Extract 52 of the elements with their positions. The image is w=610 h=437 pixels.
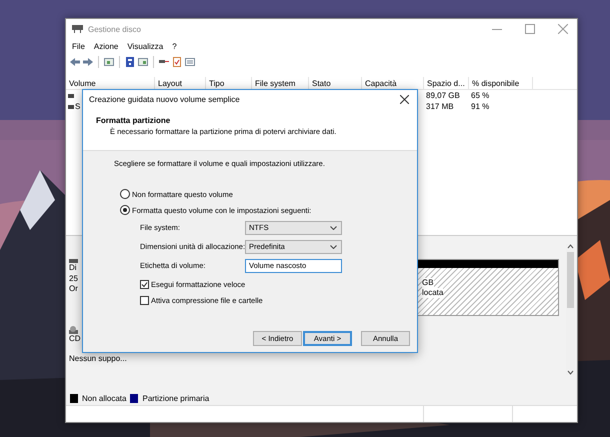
forward-arrow-icon[interactable] — [83, 57, 93, 67]
maximize-icon[interactable] — [525, 24, 535, 34]
checklist-icon[interactable] — [172, 57, 182, 67]
legend-label: Non allocata — [82, 394, 126, 402]
column-header[interactable]: Layout — [158, 78, 182, 88]
menu-item[interactable]: Azione — [94, 42, 118, 50]
partition-label: locata — [422, 288, 444, 298]
cd-drive-icon — [69, 326, 78, 334]
menu-item[interactable]: Visualizza — [127, 42, 164, 50]
column-header[interactable]: Stato — [312, 78, 331, 88]
disk-drive-icon — [72, 24, 83, 34]
scroll-up-icon[interactable] — [567, 244, 574, 249]
table-cell: S — [75, 102, 80, 111]
radio-button[interactable] — [120, 205, 130, 215]
back-arrow-icon[interactable] — [70, 57, 80, 67]
legend-label: Partizione primaria — [142, 394, 210, 402]
column-header[interactable]: Spazio d... — [427, 78, 465, 88]
radio-button[interactable] — [120, 189, 130, 199]
panel-icon[interactable] — [138, 57, 148, 67]
help-icon[interactable] — [125, 57, 135, 67]
dialog-heading: Formatta partizione — [96, 116, 172, 125]
menu-item[interactable]: File — [72, 42, 85, 50]
table-cell: 317 MB — [426, 102, 454, 111]
column-header[interactable]: % disponibile — [472, 78, 520, 88]
minimize-icon[interactable] — [492, 28, 502, 30]
column-header[interactable]: Volume — [69, 78, 96, 88]
checkbox[interactable] — [140, 296, 149, 304]
window-title: Gestione disco — [88, 24, 142, 34]
close-icon[interactable] — [400, 95, 409, 104]
column-header[interactable]: Tipo — [209, 78, 224, 88]
disk-label: Nessun suppo... — [69, 354, 128, 364]
dialog-title: Creazione guidata nuovo volume semplice — [89, 95, 240, 104]
menu-item[interactable]: ? — [172, 42, 177, 50]
list-icon[interactable] — [185, 57, 195, 67]
drive-icon — [68, 104, 74, 108]
disk-label: Di — [69, 263, 78, 274]
scroll-down-icon[interactable] — [567, 370, 574, 375]
partition-label: GB — [422, 278, 434, 288]
column-header[interactable]: Capacità — [365, 78, 397, 88]
chevron-down-icon — [330, 244, 337, 248]
disk-label: Or — [69, 284, 79, 294]
scrollbar[interactable] — [566, 244, 575, 375]
chevron-down-icon — [330, 226, 337, 230]
disk-label: CD — [69, 334, 82, 344]
column-header[interactable]: File system — [255, 78, 296, 88]
drive-icon — [68, 94, 74, 98]
checkbox[interactable] — [140, 280, 149, 288]
table-cell: 91 % — [471, 102, 490, 111]
table-cell: 89,07 GB — [426, 91, 460, 100]
table-cell: 65 % — [471, 91, 490, 100]
panel-icon[interactable] — [104, 57, 114, 67]
disk-label: 25 — [69, 274, 79, 284]
